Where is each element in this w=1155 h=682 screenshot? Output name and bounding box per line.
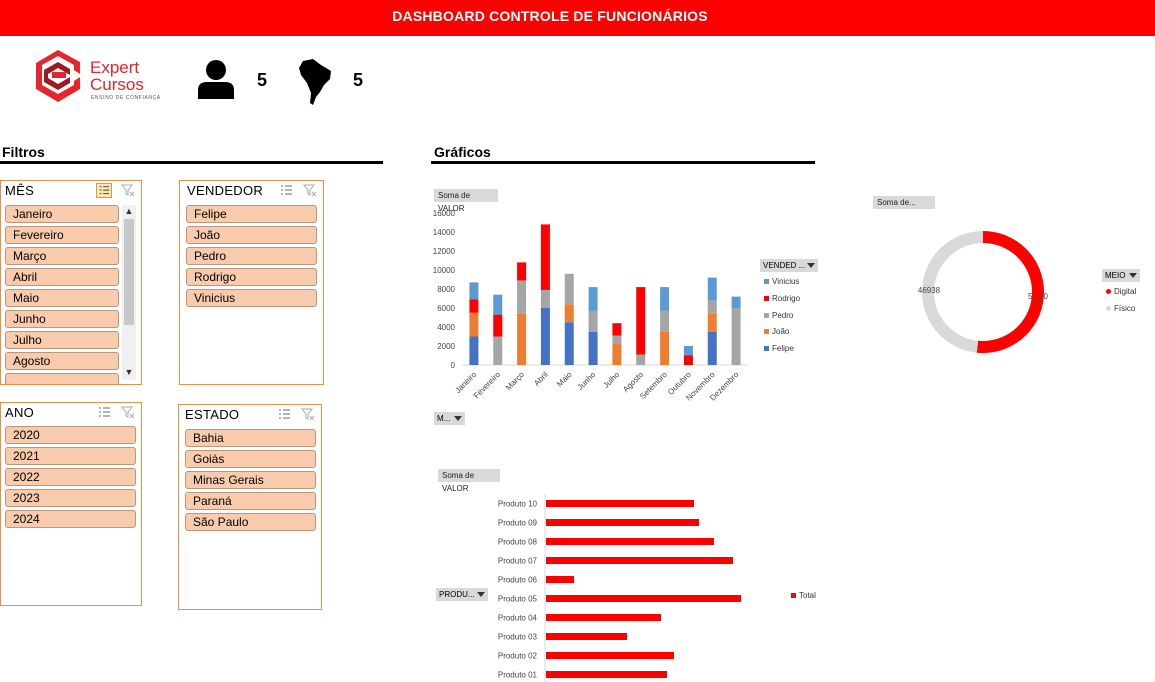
bar-segment — [469, 336, 479, 365]
bar-segment — [493, 336, 503, 365]
bar-segment — [517, 280, 527, 314]
x-tick-label: Abril — [532, 370, 550, 388]
bar-segment — [469, 282, 479, 300]
y-tick-label: Produto 03 — [498, 633, 538, 642]
bar-segment — [683, 346, 693, 356]
charts-canvas: 0200040006000800010000120001400016000Jan… — [433, 209, 1049, 682]
bar-segment — [612, 344, 622, 365]
bar-segment — [612, 323, 622, 336]
bar-segment — [564, 322, 574, 365]
bar-segment — [612, 335, 622, 345]
y-tick-label: 8000 — [437, 285, 455, 294]
y-tick-label: 14000 — [433, 228, 456, 237]
bar-segment — [636, 287, 646, 355]
bar-segment — [540, 308, 550, 365]
bar-segment — [660, 310, 670, 332]
bar-segment — [636, 354, 646, 365]
bar-segment — [731, 308, 741, 365]
bar-segment — [517, 262, 527, 281]
x-tick-label: Julho — [601, 370, 621, 390]
bar-segment — [660, 287, 670, 311]
bar — [546, 595, 741, 602]
bar-segment — [493, 314, 503, 337]
y-tick-label: 2000 — [437, 342, 455, 351]
bar-segment — [660, 331, 670, 365]
bar — [546, 500, 694, 507]
bar-segment — [588, 287, 598, 311]
bar-segment — [469, 299, 479, 313]
y-tick-label: 6000 — [437, 304, 455, 313]
y-tick-label: Produto 09 — [498, 519, 538, 528]
donut-value-label: 46938 — [918, 286, 941, 295]
x-tick-label: Março — [504, 370, 526, 392]
bar-segment — [683, 355, 693, 365]
bar-segment — [707, 313, 717, 332]
bar-segment — [540, 289, 550, 308]
bar-segment — [493, 294, 503, 315]
bar — [546, 633, 627, 640]
y-tick-label: Produto 10 — [498, 500, 538, 509]
bar-segment — [588, 331, 598, 365]
bar — [546, 576, 574, 583]
y-tick-label: Produto 08 — [498, 538, 538, 547]
bar — [546, 671, 667, 678]
bar — [546, 519, 699, 526]
bar-segment — [731, 296, 741, 308]
bar-segment — [517, 313, 527, 365]
y-tick-label: 0 — [451, 361, 456, 370]
y-tick-label: Produto 01 — [498, 671, 538, 680]
y-tick-label: 16000 — [433, 209, 456, 218]
bar-segment — [564, 304, 574, 323]
bar-segment — [707, 331, 717, 365]
x-tick-label: Junho — [576, 370, 598, 392]
bar-segment — [540, 224, 550, 290]
y-tick-label: Produto 07 — [498, 557, 538, 566]
bar-segment — [707, 277, 717, 301]
y-tick-label: Produto 02 — [498, 652, 538, 661]
bar — [546, 652, 674, 659]
bar — [546, 557, 733, 564]
y-tick-label: 12000 — [433, 247, 456, 256]
x-tick-label: Fevereiro — [472, 370, 503, 401]
y-tick-label: 10000 — [433, 266, 456, 275]
y-tick-label: Produto 06 — [498, 576, 538, 585]
y-tick-label: 4000 — [437, 323, 455, 332]
bar — [546, 538, 714, 545]
bar-segment — [469, 312, 479, 337]
x-tick-label: Maio — [555, 370, 574, 389]
bar-segment — [564, 273, 574, 305]
y-tick-label: Produto 05 — [498, 595, 538, 604]
bar-segment — [707, 300, 717, 314]
bar — [546, 614, 661, 621]
y-tick-label: Produto 04 — [498, 614, 538, 623]
bar-segment — [588, 310, 598, 332]
donut-value-label: 5...50 — [1028, 292, 1049, 301]
